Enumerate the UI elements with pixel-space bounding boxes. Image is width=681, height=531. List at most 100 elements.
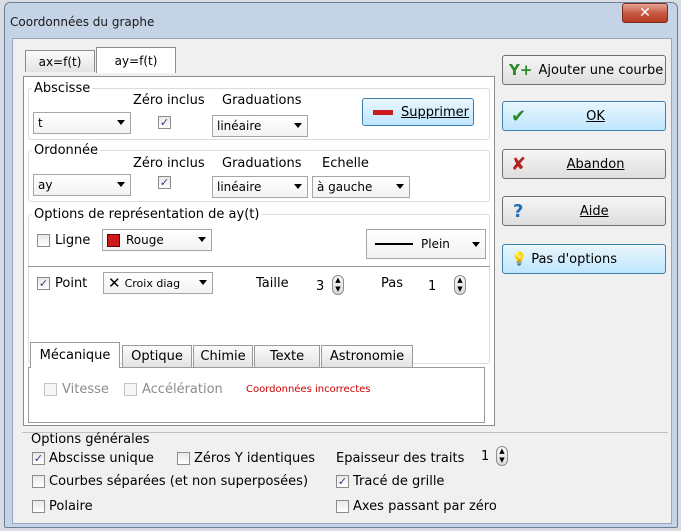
ordonnee-label: Ordonnée [32, 143, 101, 158]
help-button[interactable]: ? Aide [502, 196, 666, 226]
chevron-down-icon [199, 280, 207, 285]
speed-checkbox[interactable] [44, 383, 57, 396]
point-checkbox[interactable]: ✓ [37, 277, 50, 290]
abscisse-grad-label: Graduations [222, 93, 302, 108]
window-title: Coordonnées du graphe [10, 15, 155, 29]
separate-curves-label: Courbes séparées (et non superposées) [49, 474, 309, 489]
chevron-down-icon [472, 242, 480, 247]
abscisse-zero-label: Zéro inclus [133, 93, 205, 108]
grid-label: Tracé de grille [353, 474, 445, 489]
subtab-optique-label: Optique [131, 349, 183, 364]
ordonnee-variable-value: ay [38, 178, 53, 192]
ok-label: OK [586, 108, 605, 124]
line-color-value: Rouge [126, 233, 164, 247]
subtab-optique[interactable]: Optique [122, 345, 192, 367]
abscisse-zero-checkbox[interactable]: ✓ [158, 116, 171, 129]
accel-checkbox[interactable] [124, 383, 137, 396]
step-label: Pas [381, 276, 403, 291]
ok-button[interactable]: ✔ OK [502, 101, 666, 131]
step-spinner[interactable]: ▲ ▼ [454, 275, 466, 295]
ordonnee-grad-value: linéaire [217, 180, 262, 194]
ordonnee-zero-checkbox[interactable]: ✓ [158, 176, 171, 189]
grid-checkbox[interactable]: ✓ [336, 475, 349, 488]
add-curve-button[interactable]: Y+ Ajouter une courbe [502, 55, 666, 85]
separate-curves-checkbox[interactable] [32, 475, 45, 488]
axes-zero-checkbox[interactable] [336, 500, 349, 513]
abscisse-grad-select[interactable]: linéaire [212, 115, 308, 137]
size-spinner[interactable]: ▲ ▼ [332, 275, 344, 295]
delete-curve-button[interactable]: Supprimer [362, 98, 474, 126]
subtab-mecanique-label: Mécanique [39, 348, 111, 363]
question-icon: ? [513, 200, 524, 222]
general-title: Options générales [31, 432, 150, 447]
lightbulb-icon: 💡 [511, 251, 528, 267]
close-button[interactable]: ✕ [622, 3, 668, 23]
chevron-down-icon [198, 237, 206, 242]
ordonnee-grad-label: Graduations [222, 156, 302, 171]
subtab-mecanique[interactable]: Mécanique [30, 342, 120, 368]
subtab-chimie-label: Chimie [200, 349, 246, 364]
add-curve-icon: Y+ [509, 61, 533, 79]
abscisse-variable-value: t [38, 116, 43, 130]
line-width-label: Epaisseur des traits [336, 451, 465, 466]
zeros-y-label: Zéros Y identiques [194, 451, 315, 466]
zeros-y-checkbox[interactable] [177, 452, 190, 465]
tab-ax-label: ax=f(t) [38, 54, 82, 69]
minus-icon [373, 109, 393, 115]
step-value: 1 [428, 279, 437, 294]
chevron-down-icon [396, 184, 404, 189]
ordonnee-grad-select[interactable]: linéaire [212, 176, 308, 198]
ordonnee-zero-label: Zéro inclus [133, 156, 205, 171]
tab-ax[interactable]: ax=f(t) [25, 50, 95, 72]
polar-label: Polaire [49, 499, 93, 514]
error-message: Coordonnées incorrectes [246, 384, 371, 395]
subtab-texte-label: Texte [269, 349, 305, 364]
unique-abscissa-label: Abscisse unique [49, 451, 154, 466]
point-style-value: Croix diag [124, 276, 181, 290]
no-options-label: Pas d'options [531, 251, 618, 267]
chevron-down-icon [117, 120, 125, 125]
line-width-spinner[interactable]: ▲ ▼ [496, 446, 508, 466]
accel-label: Accélération [142, 382, 223, 397]
ordonnee-scale-label: Echelle [322, 156, 369, 171]
point-style-select[interactable]: ✕ Croix diag [103, 272, 213, 294]
line-style-value: Plein [421, 237, 450, 251]
cancel-label: Abandon [566, 156, 625, 172]
checkmark-icon: ✔ [511, 105, 527, 127]
line-label: Ligne [55, 233, 91, 248]
abscisse-label: Abscisse [32, 81, 93, 96]
abscisse-variable-select[interactable]: t [33, 112, 131, 134]
cross-icon: ✘ [511, 153, 527, 175]
subtab-chimie[interactable]: Chimie [193, 345, 253, 367]
chevron-down-icon [294, 184, 302, 189]
line-style-preview-icon [375, 243, 413, 245]
speed-label: Vitesse [62, 382, 109, 397]
line-color-select[interactable]: Rouge [102, 229, 212, 251]
chevron-down-icon [117, 182, 125, 187]
axes-zero-label: Axes passant par zéro [353, 499, 497, 514]
size-value: 3 [316, 279, 325, 294]
cancel-button[interactable]: ✘ Abandon [502, 149, 666, 179]
subtab-astronomie-label: Astronomie [329, 349, 405, 364]
tab-ay[interactable]: ay=f(t) [96, 47, 176, 73]
line-width-value: 1 [481, 449, 490, 464]
line-style-select[interactable]: Plein [366, 229, 486, 259]
ordonnee-scale-select[interactable]: à gauche [312, 176, 410, 198]
options-title: Options de représentation de ay(t) [32, 207, 262, 222]
help-label: Aide [579, 203, 609, 219]
subtab-texte[interactable]: Texte [254, 345, 320, 367]
ordonnee-variable-select[interactable]: ay [33, 174, 131, 196]
size-label: Taille [256, 276, 289, 291]
ordonnee-scale-value: à gauche [317, 180, 373, 194]
line-checkbox[interactable] [37, 234, 50, 247]
unique-abscissa-checkbox[interactable]: ✓ [32, 452, 45, 465]
subtab-astronomie[interactable]: Astronomie [321, 345, 413, 367]
polar-checkbox[interactable] [32, 500, 45, 513]
color-swatch-icon [107, 233, 120, 247]
cross-icon: ✕ [108, 274, 121, 292]
add-curve-label: Ajouter une courbe [538, 62, 664, 78]
delete-curve-label: Supprimer [401, 104, 469, 120]
no-options-button[interactable]: 💡 Pas d'options [502, 244, 666, 274]
tab-ay-label: ay=f(t) [114, 53, 158, 68]
separator [28, 266, 490, 267]
